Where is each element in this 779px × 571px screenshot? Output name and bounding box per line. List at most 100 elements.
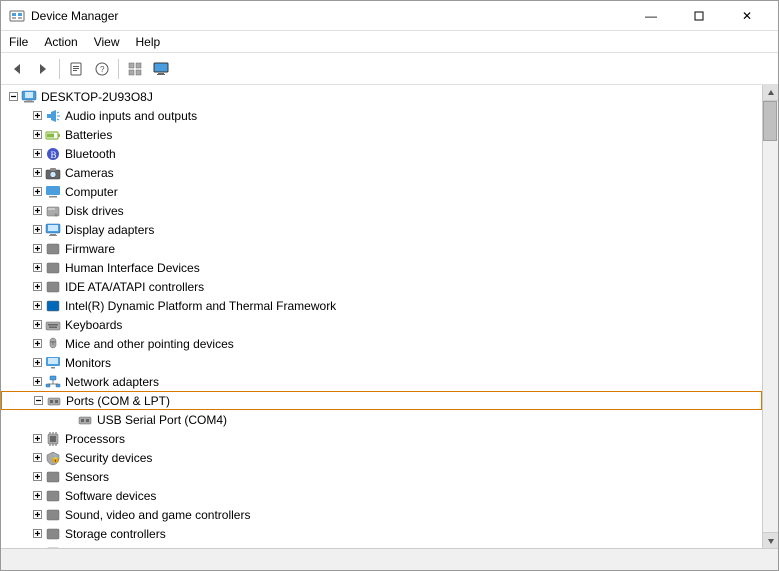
usb-icon (77, 412, 93, 428)
expand-button[interactable] (29, 146, 45, 162)
tree-item[interactable]: Audio inputs and outputs (1, 106, 762, 125)
expand-button[interactable] (29, 526, 45, 542)
item-label: USB Serial Port (COM4) (97, 413, 227, 427)
tree-item[interactable]: USB Serial Port (COM4) (1, 410, 762, 429)
tree-item[interactable]: Computer (1, 182, 762, 201)
tree-root[interactable]: DESKTOP-2U93O8J (1, 87, 762, 106)
hid-icon (45, 260, 61, 276)
tree-item[interactable]: Network adapters (1, 372, 762, 391)
expand-icon (33, 377, 42, 386)
monitor-button[interactable] (149, 57, 173, 81)
expand-icon (33, 510, 42, 519)
scrollbar-y[interactable] (762, 85, 778, 548)
item-label: Computer (65, 185, 118, 199)
view-button[interactable] (123, 57, 147, 81)
expand-icon (33, 339, 42, 348)
expand-button[interactable] (29, 279, 45, 295)
tree-item[interactable]: Monitors (1, 353, 762, 372)
item-label: Mice and other pointing devices (65, 337, 234, 351)
tree-item[interactable]: Software devices (1, 486, 762, 505)
scroll-down-button[interactable] (763, 532, 778, 548)
expand-button[interactable] (29, 355, 45, 371)
maximize-button[interactable] (676, 2, 722, 30)
tree-item[interactable]: Display adapters (1, 220, 762, 239)
title-bar-left: Device Manager (9, 8, 118, 24)
forward-button[interactable] (31, 57, 55, 81)
item-label: Processors (65, 432, 125, 446)
close-button[interactable]: ✕ (724, 2, 770, 30)
item-label: IDE ATA/ATAPI controllers (65, 280, 204, 294)
tree-item[interactable]: Ports (COM & LPT) (1, 391, 762, 410)
item-label: Display adapters (65, 223, 154, 237)
scroll-thumb[interactable] (763, 101, 777, 141)
help-button[interactable]: ? (90, 57, 114, 81)
tree-item[interactable]: Mice and other pointing devices (1, 334, 762, 353)
app-icon (9, 8, 25, 24)
item-label: Security devices (65, 451, 152, 465)
expand-button[interactable] (29, 298, 45, 314)
scroll-up-button[interactable] (763, 85, 778, 101)
item-label: Network adapters (65, 375, 159, 389)
expand-button[interactable] (29, 488, 45, 504)
tree-item[interactable]: BBluetooth (1, 144, 762, 163)
tree-item[interactable]: Intel(R) Dynamic Platform and Thermal Fr… (1, 296, 762, 315)
device-manager-window: Device Manager — ✕ File Action View Help (0, 0, 779, 571)
expand-button[interactable] (29, 203, 45, 219)
tree-item[interactable]: Cameras (1, 163, 762, 182)
menu-help[interactable]: Help (128, 33, 169, 51)
minimize-button[interactable]: — (628, 2, 674, 30)
tree-item[interactable]: Disk drives (1, 201, 762, 220)
expand-button[interactable] (29, 507, 45, 523)
expand-button[interactable] (29, 241, 45, 257)
tree-item[interactable]: Firmware (1, 239, 762, 258)
maximize-icon (694, 11, 704, 21)
collapse-icon (34, 396, 43, 405)
content-area: DESKTOP-2U93O8J Audio inputs and outputs… (1, 85, 778, 548)
menu-view[interactable]: View (86, 33, 128, 51)
expand-button[interactable] (29, 336, 45, 352)
tree-item[interactable]: Sound, video and game controllers (1, 505, 762, 524)
title-bar-controls: — ✕ (628, 2, 770, 30)
item-label: Cameras (65, 166, 114, 180)
bluetooth-icon: B (45, 146, 61, 162)
tree-item[interactable]: Batteries (1, 125, 762, 144)
tree-item[interactable]: Keyboards (1, 315, 762, 334)
item-label: Keyboards (65, 318, 122, 332)
tree-item[interactable]: 🔒Security devices (1, 448, 762, 467)
expand-button[interactable] (29, 184, 45, 200)
properties-button[interactable] (64, 57, 88, 81)
root-expand[interactable] (5, 89, 21, 105)
expand-button[interactable] (61, 412, 77, 428)
tree-item[interactable]: IDE ATA/ATAPI controllers (1, 277, 762, 296)
storage-icon (45, 526, 61, 542)
device-tree[interactable]: DESKTOP-2U93O8J Audio inputs and outputs… (1, 85, 762, 548)
expand-button[interactable] (29, 108, 45, 124)
monitor-icon (45, 355, 61, 371)
expand-button[interactable] (30, 393, 46, 409)
expand-icon (33, 472, 42, 481)
expand-button[interactable] (29, 260, 45, 276)
tree-item[interactable]: Processors (1, 429, 762, 448)
title-bar: Device Manager — ✕ (1, 1, 778, 31)
disk-icon (45, 203, 61, 219)
expand-button[interactable] (29, 222, 45, 238)
expand-button[interactable] (29, 374, 45, 390)
expand-icon (33, 187, 42, 196)
expand-button[interactable] (29, 317, 45, 333)
tree-item[interactable]: Storage controllers (1, 524, 762, 543)
expand-button[interactable] (29, 469, 45, 485)
back-button[interactable] (5, 57, 29, 81)
item-label: Intel(R) Dynamic Platform and Thermal Fr… (65, 299, 336, 313)
processor-icon (45, 431, 61, 447)
tree-item[interactable]: Sensors (1, 467, 762, 486)
tree-item[interactable]: Human Interface Devices (1, 258, 762, 277)
expand-button[interactable] (29, 165, 45, 181)
menu-file[interactable]: File (1, 33, 36, 51)
item-label: Sensors (65, 470, 109, 484)
ports-icon (46, 393, 62, 409)
expand-button[interactable] (29, 450, 45, 466)
expand-button[interactable] (29, 431, 45, 447)
menu-action[interactable]: Action (36, 33, 85, 51)
scroll-track[interactable] (763, 101, 778, 532)
expand-button[interactable] (29, 127, 45, 143)
